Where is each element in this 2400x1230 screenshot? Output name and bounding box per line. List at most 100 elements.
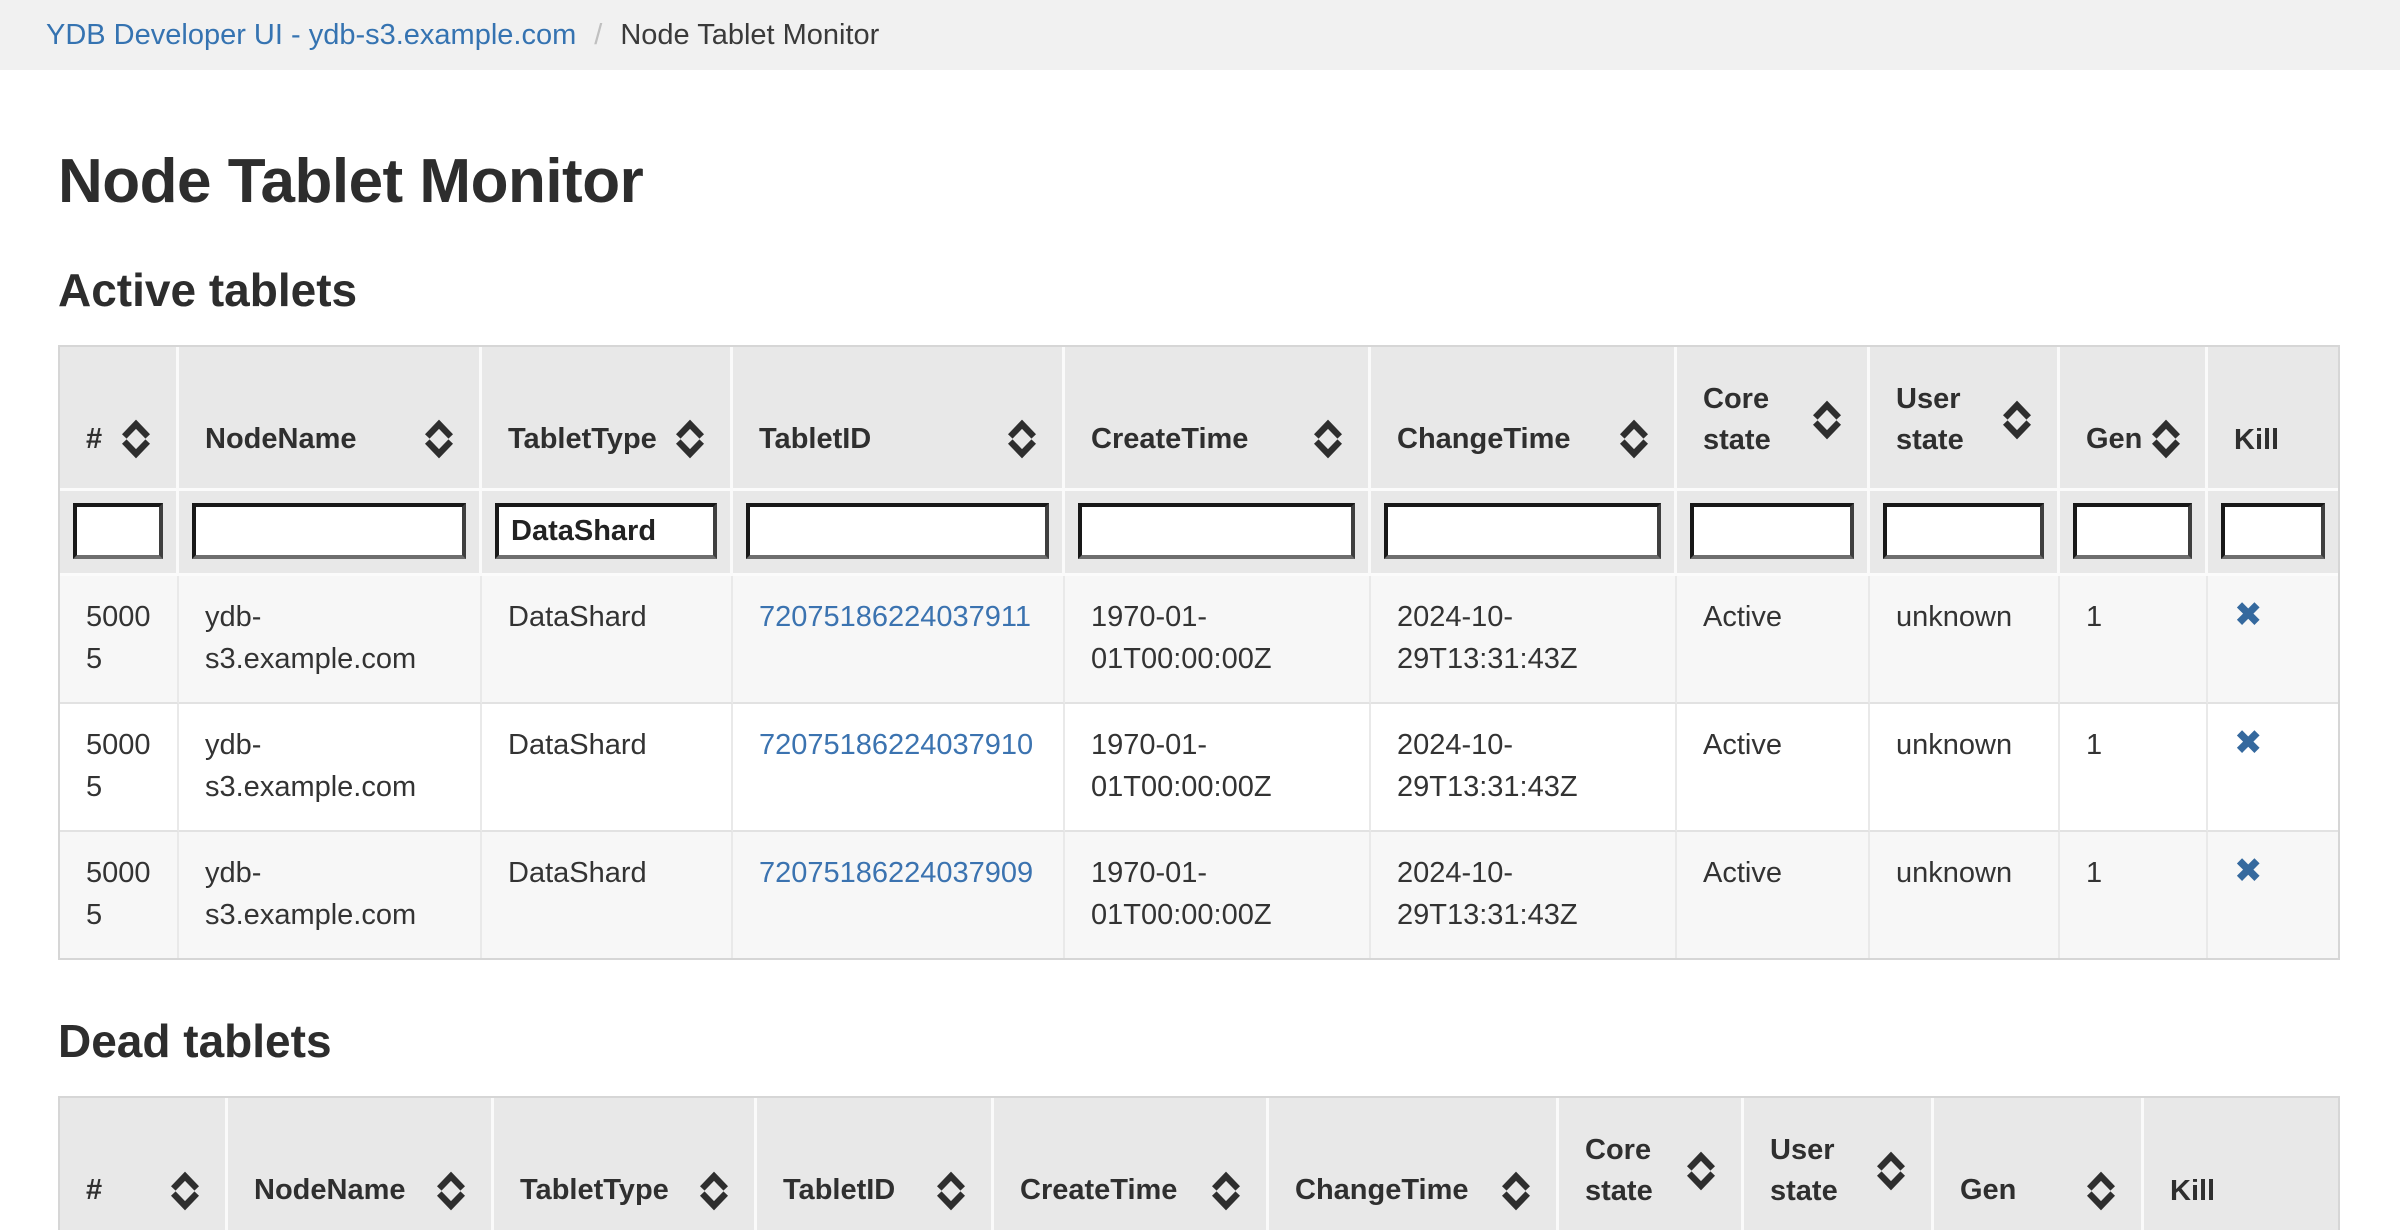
cell-user-state: unknown <box>1870 704 2060 832</box>
active-tablets-heading: Active tablets <box>58 263 2342 317</box>
cell-nodename: ydb-s3.example.com <box>179 832 482 958</box>
cell-nodename: ydb-s3.example.com <box>179 576 482 704</box>
cell-createtime: 1970-01-01T00:00:00Z <box>1065 576 1371 704</box>
filter-input-gen[interactable] <box>2073 503 2192 559</box>
filter-input-tablettype[interactable] <box>495 503 717 559</box>
column-label-changetime: ChangeTime <box>1295 1170 1469 1211</box>
column-header-nodename[interactable]: NodeName <box>179 347 482 491</box>
filter-cell-user-state <box>1870 491 2060 576</box>
table-row: 50005ydb-s3.example.comDataShard72075186… <box>60 832 2338 958</box>
cell-createtime: 1970-01-01T00:00:00Z <box>1065 704 1371 832</box>
tablet-id-link[interactable]: 72075186224037910 <box>759 729 1033 761</box>
column-header-changetime[interactable]: ChangeTime <box>1269 1098 1559 1230</box>
header-row: # NodeName TabletType TabletID CreateTime Cha… <box>60 347 2338 491</box>
filter-input-core-state[interactable] <box>1690 503 1854 559</box>
filter-cell-tabletid <box>733 491 1065 576</box>
column-label-core-state: Core state <box>1585 1130 1653 1211</box>
filter-input-createtime[interactable] <box>1078 503 1355 559</box>
tablet-id-link[interactable]: 72075186224037911 <box>759 601 1031 633</box>
active-tablets-section: Active tablets # NodeName TabletType Tablet… <box>58 263 2342 960</box>
column-header-num[interactable]: # <box>60 347 179 491</box>
cell-tabletid: 72075186224037911 <box>733 576 1065 704</box>
cell-createtime: 1970-01-01T00:00:00Z <box>1065 832 1371 958</box>
active-tablets-table: # NodeName TabletType TabletID CreateTime Cha… <box>58 345 2340 960</box>
cell-tabletid: 72075186224037910 <box>733 704 1065 832</box>
cell-changetime: 2024-10-29T13:31:43Z <box>1371 576 1677 704</box>
cell-gen: 1 <box>2060 832 2208 958</box>
column-header-tablettype[interactable]: TabletType <box>482 347 733 491</box>
column-header-core-state[interactable]: Core state <box>1677 347 1870 491</box>
dead-tablets-heading: Dead tablets <box>58 1014 2342 1068</box>
filter-input-tabletid[interactable] <box>746 503 1049 559</box>
sort-icon <box>676 418 704 460</box>
sort-icon <box>1008 418 1036 460</box>
column-label-changetime: ChangeTime <box>1397 419 1571 460</box>
column-header-tablettype[interactable]: TabletType <box>494 1098 757 1230</box>
sort-icon <box>1877 1150 1905 1192</box>
column-label-tabletid: TabletID <box>759 419 871 460</box>
cell-core-state: Active <box>1677 576 1870 704</box>
cell-user-state: unknown <box>1870 576 2060 704</box>
filter-input-user-state[interactable] <box>1883 503 2044 559</box>
dead-tablets-section: Dead tablets #NodeName TabletType TabletID… <box>58 1014 2342 1230</box>
column-label-gen: Gen <box>1960 1170 2016 1211</box>
kill-icon[interactable]: ✖ <box>2234 853 2263 890</box>
filter-input-kill[interactable] <box>2221 503 2325 559</box>
cell-changetime: 2024-10-29T13:31:43Z <box>1371 832 1677 958</box>
column-label-core-state: Core state <box>1703 379 1771 460</box>
filter-row <box>60 491 2338 576</box>
sort-icon <box>1687 1150 1715 1192</box>
column-header-tabletid[interactable]: TabletID <box>733 347 1065 491</box>
column-header-kill: Kill <box>2208 347 2338 491</box>
cell-kill: ✖ <box>2208 832 2338 958</box>
column-header-core-state[interactable]: Core state <box>1559 1098 1744 1230</box>
page-content: Node Tablet Monitor Active tablets #Node… <box>58 146 2342 1230</box>
cell-tablettype: DataShard <box>482 576 733 704</box>
filter-input-num[interactable] <box>73 503 163 559</box>
cell-kill: ✖ <box>2208 576 2338 704</box>
table-row: 50005ydb-s3.example.comDataShard72075186… <box>60 704 2338 832</box>
column-label-num: # <box>86 419 102 460</box>
column-header-createtime[interactable]: CreateTime <box>1065 347 1371 491</box>
filter-cell-changetime <box>1371 491 1677 576</box>
sort-icon <box>122 418 150 460</box>
column-header-changetime[interactable]: ChangeTime <box>1371 347 1677 491</box>
column-header-gen[interactable]: Gen <box>1934 1098 2144 1230</box>
column-header-num[interactable]: # <box>60 1098 228 1230</box>
cell-gen: 1 <box>2060 576 2208 704</box>
tablet-id-link[interactable]: 72075186224037909 <box>759 857 1033 889</box>
filter-cell-tablettype <box>482 491 733 576</box>
column-header-kill: Kill <box>2144 1098 2338 1230</box>
filter-input-nodename[interactable] <box>192 503 466 559</box>
cell-core-state: Active <box>1677 704 1870 832</box>
column-header-tabletid[interactable]: TabletID <box>757 1098 994 1230</box>
cell-core-state: Active <box>1677 832 1870 958</box>
sort-icon <box>2087 1170 2115 1212</box>
column-header-createtime[interactable]: CreateTime <box>994 1098 1269 1230</box>
column-header-nodename[interactable]: NodeName <box>228 1098 494 1230</box>
table-row: 50005ydb-s3.example.comDataShard72075186… <box>60 576 2338 704</box>
kill-icon[interactable]: ✖ <box>2234 725 2263 762</box>
sort-icon <box>1620 418 1648 460</box>
filter-input-changetime[interactable] <box>1384 503 1661 559</box>
column-label-tablettype: TabletType <box>520 1170 669 1211</box>
sort-icon <box>437 1170 465 1212</box>
breadcrumb-root-link[interactable]: YDB Developer UI - ydb-s3.example.com <box>46 19 576 52</box>
column-header-user-state[interactable]: User state <box>1870 347 2060 491</box>
filter-cell-core-state <box>1677 491 1870 576</box>
cell-gen: 1 <box>2060 704 2208 832</box>
kill-icon[interactable]: ✖ <box>2234 597 2263 634</box>
breadcrumb: YDB Developer UI - ydb-s3.example.com / … <box>0 0 2400 70</box>
cell-user-state: unknown <box>1870 832 2060 958</box>
sort-icon <box>1212 1170 1240 1212</box>
column-label-tabletid: TabletID <box>783 1170 895 1211</box>
column-label-createtime: CreateTime <box>1091 419 1248 460</box>
column-header-gen[interactable]: Gen <box>2060 347 2208 491</box>
cell-changetime: 2024-10-29T13:31:43Z <box>1371 704 1677 832</box>
header-row: #NodeName TabletType TabletID CreateTime Cha… <box>60 1098 2338 1230</box>
column-label-tablettype: TabletType <box>508 419 657 460</box>
column-header-user-state[interactable]: User state <box>1744 1098 1934 1230</box>
column-label-user-state: User state <box>1896 379 1964 460</box>
sort-icon <box>171 1170 199 1212</box>
cell-kill: ✖ <box>2208 704 2338 832</box>
